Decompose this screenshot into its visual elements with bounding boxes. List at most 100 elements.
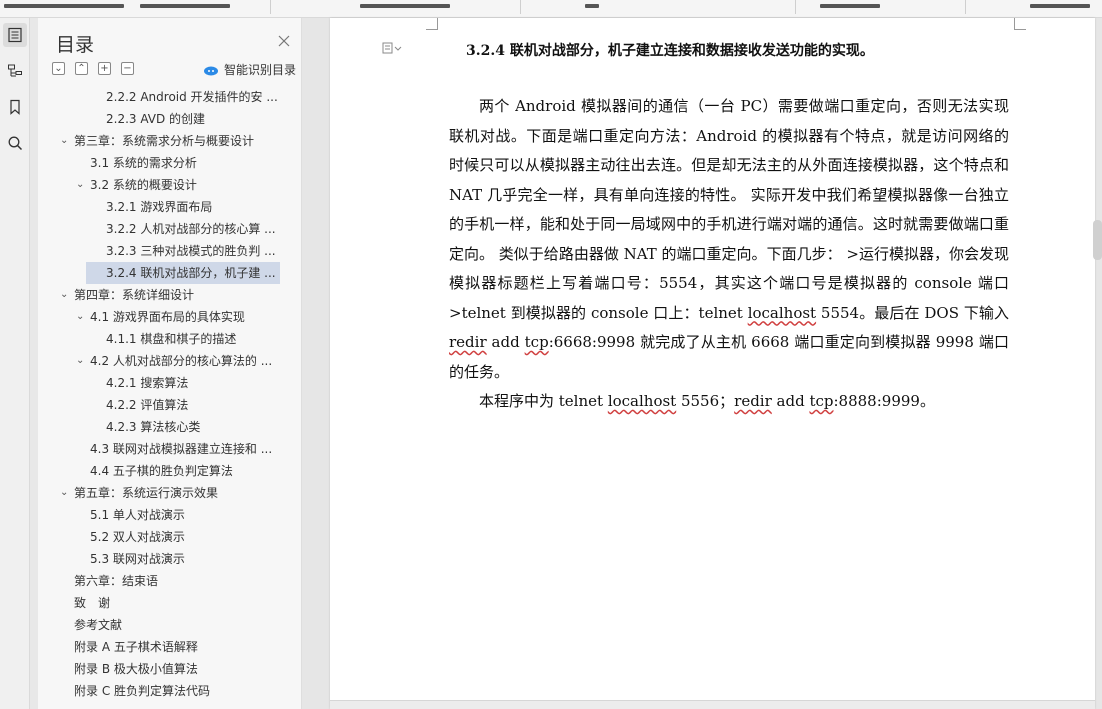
- margin-mark: [426, 18, 438, 30]
- toc-item[interactable]: 3.2.1 游戏界面布局: [38, 196, 282, 218]
- toc-item[interactable]: 4.4 五子棋的胜负判定算法: [38, 460, 282, 482]
- document-page: 3.2.4 联机对战部分，机子建立连接和数据接收发送功能的实现。 两个 Andr…: [330, 18, 1095, 709]
- paragraph-2: 本程序中为 telnet localhost 5556；redir add tc…: [449, 387, 1009, 417]
- toc-item-label: 2.2.2 Android 开发插件的安 ...: [106, 90, 278, 104]
- text-run: add: [771, 392, 810, 410]
- toolbar-fragment: [820, 4, 880, 8]
- toc-item[interactable]: 附录 C 胜负判定算法代码: [38, 680, 282, 702]
- toolbar-fragment: [4, 4, 124, 8]
- toc-item[interactable]: 5.3 联网对战演示: [38, 548, 282, 570]
- top-toolbar-strip: [0, 0, 1102, 18]
- add-icon[interactable]: +: [98, 62, 111, 75]
- toc-item[interactable]: 2.2.2 Android 开发插件的安 ...: [38, 86, 282, 108]
- body-text: 两个 Android 模拟器间的通信（一台 PC）需要做端口重定向，否则无法实现…: [449, 92, 1009, 417]
- document-scrollbar[interactable]: [1093, 220, 1102, 260]
- bookmark-button[interactable]: [3, 95, 27, 119]
- text-run: redir: [734, 392, 772, 410]
- toc-item-label: 3.2.2 人机对战部分的核心算 ...: [106, 222, 276, 236]
- left-icon-rail: [0, 18, 30, 709]
- toc-item[interactable]: ⌄ 4.2 人机对战部分的核心算法的 ...: [38, 350, 282, 372]
- toc-item[interactable]: 4.1.1 棋盘和棋子的描述: [38, 328, 282, 350]
- toc-item[interactable]: 3.1 系统的需求分析: [38, 152, 282, 174]
- toc-item[interactable]: ⌄ 第三章：系统需求分析与概要设计: [38, 130, 282, 152]
- text-run: 5556；: [676, 392, 735, 410]
- toc-item[interactable]: ⌄ 第五章：系统运行演示效果: [38, 482, 282, 504]
- toc-item-label: 参考文献: [74, 618, 123, 632]
- text-run: 本程序中为 telnet: [479, 392, 608, 410]
- toc-item-label: 4.4 五子棋的胜负判定算法: [90, 464, 233, 478]
- chevron-down-icon[interactable]: ⌄: [76, 350, 84, 372]
- text-run: tcp: [524, 333, 549, 351]
- toc-item[interactable]: 附录 B 极大极小值算法: [38, 658, 282, 680]
- toc-item-label: 附录 B 极大极小值算法: [74, 662, 198, 676]
- chevron-down-icon[interactable]: ⌄: [60, 284, 68, 306]
- toc-panel: 目录 ⌄ ⌃ + − 智能识别目录 2.2.2 Android 开发插件的安 .…: [38, 18, 323, 709]
- smart-toc-button[interactable]: 智能识别目录: [203, 61, 296, 78]
- text-run: localhost: [607, 392, 677, 410]
- toc-item[interactable]: 4.2.2 评值算法: [38, 394, 282, 416]
- toc-item-label: 第三章：系统需求分析与概要设计: [74, 134, 255, 148]
- toc-item[interactable]: 3.2.4 联机对战部分，机子建 ...: [86, 262, 280, 284]
- toolbar-divider: [965, 0, 966, 14]
- toc-item[interactable]: 3.2.3 三种对战模式的胜负判 ...: [38, 240, 282, 262]
- toc-item-label: 4.2.1 搜索算法: [106, 376, 189, 390]
- toc-item-label: 3.1 系统的需求分析: [90, 156, 197, 170]
- margin-mark: [1014, 18, 1026, 30]
- toc-item-label: 4.2 人机对战部分的核心算法的 ...: [90, 354, 273, 368]
- text-run: tcp: [809, 392, 834, 410]
- toc-item[interactable]: 参考文献: [38, 614, 282, 636]
- outline-button[interactable]: [3, 59, 27, 83]
- cloud-icon: [204, 66, 218, 75]
- toc-item-label: 4.3 联网对战模拟器建立连接和 ...: [90, 442, 273, 456]
- chevron-down-icon[interactable]: ⌄: [76, 174, 84, 196]
- expand-icon[interactable]: ⌃: [75, 62, 88, 75]
- toc-item[interactable]: ⌄ 4.1 游戏界面布局的具体实现: [38, 306, 282, 328]
- toc-item[interactable]: 4.2.1 搜索算法: [38, 372, 282, 394]
- bookmark-icon: [10, 99, 20, 115]
- text-run: redir: [449, 333, 487, 351]
- toc-item[interactable]: 4.2.3 算法核心类: [38, 416, 282, 438]
- toc-item[interactable]: 第六章：结束语: [38, 570, 282, 592]
- toc-title: 目录: [56, 34, 95, 56]
- horizontal-scrollbar[interactable]: [330, 700, 1095, 709]
- close-icon[interactable]: [278, 32, 292, 47]
- toc-item-label: 附录 C 胜负判定算法代码: [74, 684, 211, 698]
- paragraph-icon[interactable]: [382, 42, 402, 58]
- toc-item[interactable]: 3.2.2 人机对战部分的核心算 ...: [38, 218, 282, 240]
- section-heading: 3.2.4 联机对战部分，机子建立连接和数据接收发送功能的实现。: [466, 43, 874, 59]
- toc-item-label: 3.2.3 三种对战模式的胜负判 ...: [106, 244, 276, 258]
- toc-icon: [8, 27, 22, 43]
- toc-item-label: 附录 A 五子棋术语解释: [74, 640, 198, 654]
- text-run: add: [486, 333, 525, 351]
- toc-item[interactable]: ⌄ 第四章：系统详细设计: [38, 284, 282, 306]
- toolbar-fragment: [1030, 4, 1090, 8]
- toc-item-label: 5.2 双人对战演示: [90, 530, 185, 544]
- smart-toc-label: 智能识别目录: [224, 63, 297, 77]
- chevron-down-icon[interactable]: ⌄: [76, 306, 84, 328]
- text-run: 5554。最后在 DOS 下输入: [816, 303, 1009, 322]
- toc-button[interactable]: [3, 23, 27, 47]
- remove-icon[interactable]: −: [121, 62, 134, 75]
- toolbar-divider: [795, 0, 796, 14]
- toc-item[interactable]: 5.1 单人对战演示: [38, 504, 282, 526]
- toc-item-label: 5.1 单人对战演示: [90, 508, 185, 522]
- toolbar-fragment: [585, 4, 599, 8]
- toc-item[interactable]: 致 谢: [38, 592, 282, 614]
- toc-item[interactable]: 附录 A 五子棋术语解释: [38, 636, 282, 658]
- chevron-down-icon[interactable]: ⌄: [60, 482, 68, 504]
- toc-item-label: 3.2 系统的概要设计: [90, 178, 197, 192]
- toc-item[interactable]: 5.2 双人对战演示: [38, 526, 282, 548]
- toc-item[interactable]: 2.2.3 AVD 的创建: [38, 108, 282, 130]
- collapse-icon[interactable]: ⌄: [52, 62, 65, 75]
- toc-item-label: 4.1.1 棋盘和棋子的描述: [106, 332, 237, 346]
- text-run: 两个 Android 模拟器间的通信（一台 PC）需要做端口重定向，否则无法实现…: [449, 97, 1009, 322]
- toc-item-label: 2.2.3 AVD 的创建: [106, 112, 206, 126]
- toc-item-label: 第四章：系统详细设计: [74, 288, 195, 302]
- text-run: :8888:9999。: [833, 392, 935, 410]
- toc-item[interactable]: ⌄ 3.2 系统的概要设计: [38, 174, 282, 196]
- toc-item-label: 4.1 游戏界面布局的具体实现: [90, 310, 245, 324]
- toc-item[interactable]: 4.3 联网对战模拟器建立连接和 ...: [38, 438, 282, 460]
- search-button[interactable]: [3, 131, 27, 155]
- chevron-down-icon[interactable]: ⌄: [60, 130, 68, 152]
- search-icon: [8, 136, 23, 151]
